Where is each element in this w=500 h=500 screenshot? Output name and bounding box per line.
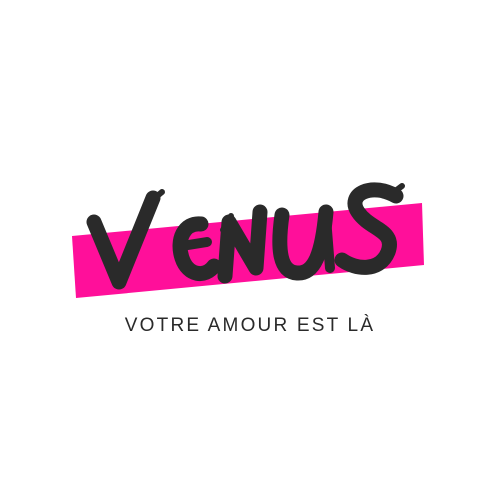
venus-logo: [72, 182, 424, 298]
tagline: VOTRE AMOUR EST LÀ: [124, 315, 376, 336]
logo-canvas: VOTRE AMOUR EST LÀ: [0, 0, 500, 500]
